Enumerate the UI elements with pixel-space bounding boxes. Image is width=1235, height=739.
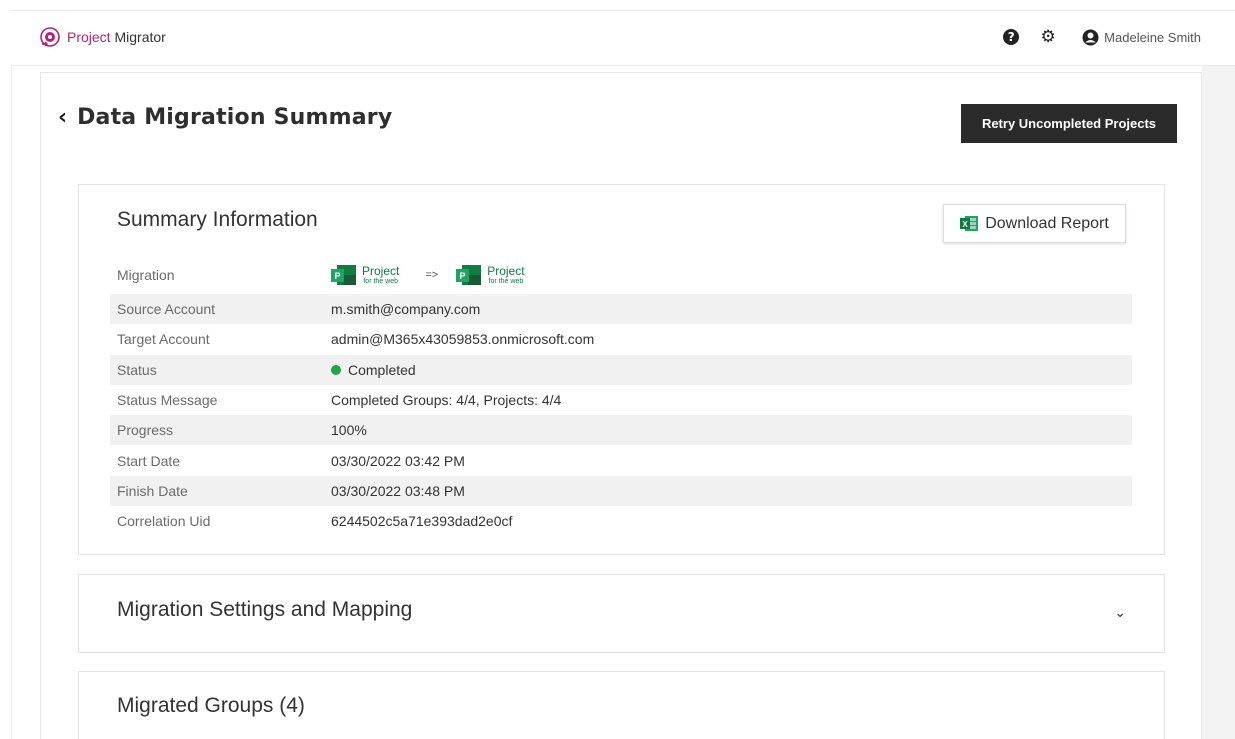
migrated-groups-title: Migrated Groups (4) <box>117 694 305 717</box>
start-date-value: 03/30/2022 03:42 PM <box>331 452 465 469</box>
status-dot-icon <box>331 364 341 375</box>
migrated-groups-section[interactable]: Migrated Groups (4) <box>78 671 1165 739</box>
status-text: Completed <box>348 361 416 378</box>
source-account-value: m.smith@company.com <box>331 301 481 318</box>
status-message-label: Status Message <box>117 392 218 409</box>
migration-arrow: => <box>425 269 439 281</box>
left-gutter <box>11 66 40 739</box>
migration-settings-title: Migration Settings and Mapping <box>117 598 413 621</box>
app-name-part1: Project <box>67 29 111 45</box>
user-name[interactable]: Madeleine Smith <box>1104 30 1201 45</box>
progress-label: Progress <box>117 422 174 439</box>
finish-date-value: 03/30/2022 03:48 PM <box>331 482 465 499</box>
target-project-text: Project for the web <box>487 265 524 285</box>
source-project-text: Project for the web <box>362 265 399 285</box>
status-message-value: Completed Groups: 4/4, Projects: 4/4 <box>331 392 562 409</box>
migration-label: Migration <box>117 267 175 283</box>
source-project-sub: for the web <box>363 278 398 285</box>
project-icon: P <box>456 263 482 287</box>
gear-icon[interactable]: ⚙ <box>1039 28 1057 46</box>
progress-row: Progress 100% <box>110 415 1132 446</box>
svg-text:P: P <box>334 271 340 281</box>
download-report-button[interactable]: X Download Report <box>943 204 1126 243</box>
target-project-logo: P Project for the web <box>456 263 525 287</box>
finish-date-row: Finish Date 03/30/2022 03:48 PM <box>110 475 1132 507</box>
correlation-uid-row: Correlation Uid 6244502c5a71e393dad2e0cf <box>110 506 1132 536</box>
chevron-left-icon[interactable]: ‹ <box>58 106 67 129</box>
chevron-down-icon[interactable]: ⌄ <box>1114 605 1126 621</box>
correlation-uid-value: 6244502c5a71e393dad2e0cf <box>331 513 513 530</box>
progress-value: 100% <box>331 422 367 439</box>
source-project-logo: P Project for the web <box>331 263 399 287</box>
retry-uncompleted-projects-button[interactable]: Retry Uncompleted Projects <box>961 104 1177 143</box>
target-account-row: Target Account admin@M365x43059853.onmic… <box>110 324 1132 354</box>
project-migrator-logo-icon <box>39 26 61 48</box>
correlation-uid-label: Correlation Uid <box>117 513 211 530</box>
page-header: ‹ Data Migration Summary <box>58 105 392 130</box>
svg-text:X: X <box>963 220 969 229</box>
page-title: Data Migration Summary <box>77 105 393 130</box>
source-account-row: Source Account m.smith@company.com <box>110 294 1132 325</box>
status-label: Status <box>117 361 157 378</box>
migration-row: Migration P Project for the web => P Pro… <box>110 256 1132 294</box>
main-panel: ‹ Data Migration Summary Retry Uncomplet… <box>40 72 1202 739</box>
top-bar: Project Migrator ? ⚙ Madeleine Smith <box>11 10 1235 66</box>
summary-info-table: Migration P Project for the web => P Pro… <box>110 256 1132 536</box>
migration-value: P Project for the web => P Project for t… <box>331 263 525 287</box>
target-project-sub: for the web <box>488 278 524 285</box>
question-circle-icon[interactable]: ? <box>1003 29 1020 45</box>
summary-title: Summary Information <box>117 208 318 231</box>
target-account-label: Target Account <box>117 331 210 348</box>
start-date-label: Start Date <box>117 452 181 469</box>
start-date-row: Start Date 03/30/2022 03:42 PM <box>110 445 1132 475</box>
status-value: Completed <box>331 362 416 378</box>
user-circle-icon[interactable] <box>1081 28 1099 46</box>
finish-date-label: Finish Date <box>117 482 188 499</box>
excel-icon: X <box>960 216 979 231</box>
app-name-part2: Migrator <box>114 29 166 45</box>
app-logo[interactable]: Project Migrator <box>39 26 166 48</box>
migration-settings-section[interactable]: Migration Settings and Mapping ⌄ <box>78 574 1165 653</box>
source-account-label: Source Account <box>117 301 216 318</box>
source-project-name: Project <box>362 264 400 278</box>
app-name: Project Migrator <box>67 29 166 45</box>
right-gutter <box>1202 66 1235 739</box>
target-account-value: admin@M365x43059853.onmicrosoft.com <box>331 331 595 348</box>
summary-information-card: Summary Information X Download Report Mi… <box>78 184 1165 555</box>
target-project-name: Project <box>487 264 525 278</box>
status-message-row: Status Message Completed Groups: 4/4, Pr… <box>110 385 1132 415</box>
top-right-toolbar: ? ⚙ Madeleine Smith <box>1003 28 1201 46</box>
status-row: Status Completed <box>110 354 1132 385</box>
svg-text:P: P <box>460 271 466 281</box>
download-report-label: Download Report <box>985 214 1109 232</box>
project-icon: P <box>331 263 356 287</box>
